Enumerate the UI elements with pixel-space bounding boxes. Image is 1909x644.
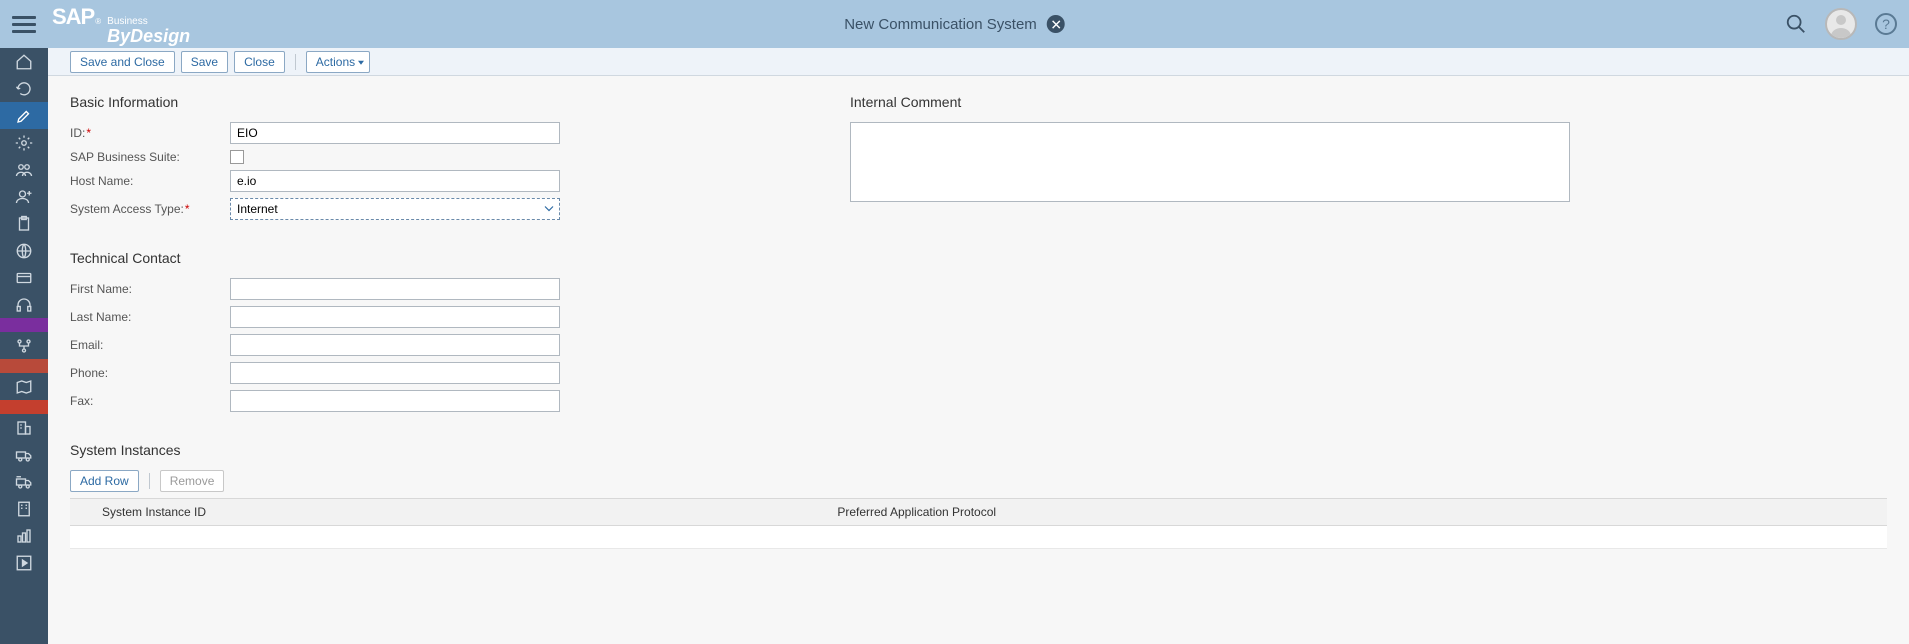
row-handle-icon[interactable] xyxy=(74,530,88,544)
logo-brand: SAP xyxy=(52,4,94,30)
main-content: Basic Information ID:* SAP Business Suit… xyxy=(48,76,1909,644)
action-toolbar: Save and Close Save Close Actions xyxy=(48,48,1909,76)
checkbox-sap-suite[interactable] xyxy=(230,150,244,164)
section-internal-comment: Internal Comment xyxy=(850,94,1887,110)
sidebar-gear-icon[interactable] xyxy=(0,129,48,156)
sap-logo: SAP ® Business ByDesign xyxy=(52,4,190,45)
sidebar-workflow-icon[interactable] xyxy=(0,332,48,359)
label-sap-suite: SAP Business Suite: xyxy=(70,150,230,164)
actions-dropdown-button[interactable]: Actions xyxy=(306,51,370,73)
search-icon[interactable] xyxy=(1785,13,1807,35)
logo-business: Business xyxy=(107,17,190,27)
user-avatar[interactable] xyxy=(1825,8,1857,40)
left-column: Basic Information ID:* SAP Business Suit… xyxy=(70,94,810,442)
close-page-icon[interactable] xyxy=(1047,15,1065,33)
label-fax: Fax: xyxy=(70,394,230,408)
right-column: Internal Comment xyxy=(850,94,1887,442)
sidebar-office-icon[interactable] xyxy=(0,495,48,522)
close-button[interactable]: Close xyxy=(234,51,285,73)
sidebar-refresh-icon[interactable] xyxy=(0,75,48,102)
hamburger-menu-icon[interactable] xyxy=(12,12,36,36)
help-icon[interactable]: ? xyxy=(1875,13,1897,35)
sidebar-edit-icon[interactable] xyxy=(0,102,48,129)
row-first-name: First Name: xyxy=(70,278,810,300)
input-host-name[interactable] xyxy=(230,170,560,192)
row-email: Email: xyxy=(70,334,810,356)
header-right: ? xyxy=(1785,8,1897,40)
select-access-type[interactable] xyxy=(230,198,560,220)
toolbar-separator xyxy=(295,54,296,70)
sidebar-headset-icon[interactable] xyxy=(0,291,48,318)
cell-instance-id[interactable] xyxy=(92,526,827,549)
section-basic-information: Basic Information xyxy=(70,94,810,110)
label-phone: Phone: xyxy=(70,366,230,380)
col-preferred-protocol[interactable]: Preferred Application Protocol xyxy=(827,499,1887,526)
toolbar-separator xyxy=(149,473,150,489)
table-row[interactable] xyxy=(70,526,1887,549)
row-phone: Phone: xyxy=(70,362,810,384)
label-access-type: System Access Type:* xyxy=(70,202,230,216)
system-instances-table: System Instance ID Preferred Application… xyxy=(70,498,1887,549)
row-id: ID:* xyxy=(70,122,810,144)
label-host-name: Host Name: xyxy=(70,174,230,188)
sidebar-card-icon[interactable] xyxy=(0,264,48,291)
sidebar xyxy=(0,48,48,644)
row-last-name: Last Name: xyxy=(70,306,810,328)
sidebar-group-icon[interactable] xyxy=(0,156,48,183)
label-last-name: Last Name: xyxy=(70,310,230,324)
logo-bydesign: ByDesign xyxy=(107,27,190,45)
row-sap-suite: SAP Business Suite: xyxy=(70,150,810,164)
sidebar-clipboard-icon[interactable] xyxy=(0,210,48,237)
section-technical-contact: Technical Contact xyxy=(70,250,810,266)
instances-toolbar: Add Row Remove xyxy=(70,470,1887,492)
save-button[interactable]: Save xyxy=(181,51,228,73)
save-and-close-button[interactable]: Save and Close xyxy=(70,51,175,73)
sidebar-chart-icon[interactable] xyxy=(0,522,48,549)
sidebar-accent-purple xyxy=(0,318,48,332)
sidebar-person-plus-icon[interactable] xyxy=(0,183,48,210)
sidebar-home-icon[interactable] xyxy=(0,48,48,75)
sidebar-delivery-icon[interactable] xyxy=(0,468,48,495)
input-id[interactable] xyxy=(230,122,560,144)
input-last-name[interactable] xyxy=(230,306,560,328)
sidebar-building-icon[interactable] xyxy=(0,414,48,441)
add-row-button[interactable]: Add Row xyxy=(70,470,139,492)
page-title: New Communication System xyxy=(844,16,1037,33)
page-title-container: New Communication System xyxy=(844,15,1065,33)
sidebar-truck-icon[interactable] xyxy=(0,441,48,468)
logo-reg: ® xyxy=(95,17,101,26)
input-email[interactable] xyxy=(230,334,560,356)
top-header: SAP ® Business ByDesign New Communicatio… xyxy=(0,0,1909,48)
label-id: ID:* xyxy=(70,126,230,140)
textarea-internal-comment[interactable] xyxy=(850,122,1570,202)
sidebar-accent-orange xyxy=(0,400,48,414)
sidebar-globe-icon[interactable] xyxy=(0,237,48,264)
label-first-name: First Name: xyxy=(70,282,230,296)
row-host-name: Host Name: xyxy=(70,170,810,192)
cell-protocol[interactable] xyxy=(827,526,1887,549)
row-fax: Fax: xyxy=(70,390,810,412)
input-first-name[interactable] xyxy=(230,278,560,300)
input-phone[interactable] xyxy=(230,362,560,384)
sidebar-accent-red xyxy=(0,359,48,373)
sidebar-play-icon[interactable] xyxy=(0,549,48,576)
col-handle xyxy=(70,499,92,526)
section-system-instances: System Instances xyxy=(70,442,1887,458)
row-access-type: System Access Type:* xyxy=(70,198,810,220)
label-email: Email: xyxy=(70,338,230,352)
sidebar-map-icon[interactable] xyxy=(0,373,48,400)
col-system-instance-id[interactable]: System Instance ID xyxy=(92,499,827,526)
remove-button[interactable]: Remove xyxy=(160,470,225,492)
input-fax[interactable] xyxy=(230,390,560,412)
